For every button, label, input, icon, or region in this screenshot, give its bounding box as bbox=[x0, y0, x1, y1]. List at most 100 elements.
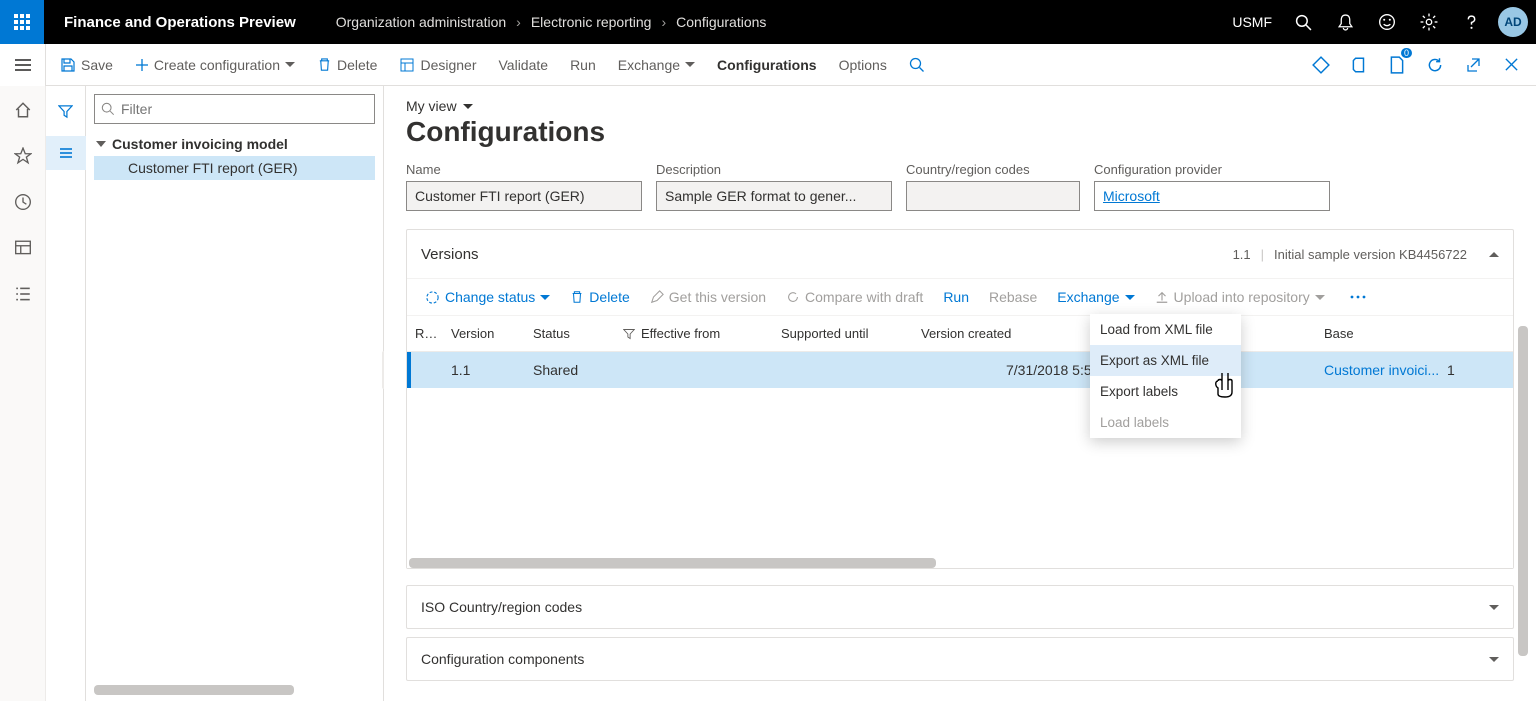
breadcrumb-item[interactable]: Configurations bbox=[676, 14, 766, 30]
change-status-button[interactable]: Change status bbox=[417, 286, 558, 308]
iso-fasttab[interactable]: ISO Country/region codes bbox=[406, 585, 1514, 629]
col-supported[interactable]: Supported until bbox=[773, 326, 913, 341]
recent-button[interactable] bbox=[0, 188, 46, 216]
workspace-icon bbox=[14, 239, 32, 257]
refresh-button[interactable] bbox=[1418, 48, 1452, 82]
help-button[interactable] bbox=[1450, 0, 1492, 44]
company-picker[interactable]: USMF bbox=[1222, 0, 1282, 44]
versions-title: Versions bbox=[421, 246, 479, 263]
version-run-button[interactable]: Run bbox=[935, 286, 977, 308]
settings-button[interactable] bbox=[1408, 0, 1450, 44]
rebase-button: Rebase bbox=[981, 286, 1045, 308]
favorites-button[interactable] bbox=[0, 142, 46, 170]
tree-h-scrollbar[interactable] bbox=[94, 685, 375, 695]
chevron-down-icon bbox=[1125, 295, 1135, 300]
country-field[interactable] bbox=[906, 181, 1080, 211]
run-button[interactable]: Run bbox=[562, 53, 604, 77]
popout-button[interactable] bbox=[1456, 48, 1490, 82]
version-exchange-button[interactable]: Exchange bbox=[1049, 286, 1142, 308]
header-actions: USMF AD bbox=[1222, 0, 1536, 44]
overflow-button[interactable] bbox=[1341, 291, 1375, 303]
search-button[interactable] bbox=[1282, 0, 1324, 44]
name-field[interactable]: Customer FTI report (GER) bbox=[406, 181, 642, 211]
bell-icon bbox=[1337, 14, 1354, 31]
provider-label: Configuration provider bbox=[1094, 162, 1330, 177]
avatar[interactable]: AD bbox=[1498, 7, 1528, 37]
configurations-tree-pane: Customer invoicing model Customer FTI re… bbox=[86, 86, 384, 701]
list-toggle-button[interactable] bbox=[46, 136, 86, 170]
filter-input[interactable] bbox=[121, 101, 368, 117]
app-launcher-button[interactable] bbox=[0, 0, 44, 44]
dd-load-labels: Load labels bbox=[1090, 407, 1241, 438]
provider-field[interactable]: Microsoft bbox=[1094, 181, 1330, 211]
options-button[interactable]: Options bbox=[831, 53, 895, 77]
search-icon bbox=[1295, 14, 1312, 31]
table-row[interactable]: 1.1 Shared 7/31/2018 5:51:01 AM Customer… bbox=[407, 352, 1513, 388]
cell-version: 1.1 bbox=[443, 362, 525, 378]
dd-load-xml[interactable]: Load from XML file bbox=[1090, 314, 1241, 345]
attachments-button[interactable] bbox=[1304, 48, 1338, 82]
main-v-scrollbar[interactable] bbox=[1518, 326, 1528, 666]
save-button[interactable]: Save bbox=[52, 53, 121, 77]
upload-repo-button: Upload into repository bbox=[1147, 286, 1333, 308]
view-selector[interactable]: My view bbox=[406, 98, 1514, 114]
tree-item-parent[interactable]: Customer invoicing model bbox=[94, 132, 375, 156]
grid-header-row: R... Version Status Effective from Suppo… bbox=[407, 316, 1513, 352]
create-configuration-button[interactable]: Create configuration bbox=[127, 53, 303, 77]
funnel-button[interactable] bbox=[46, 96, 86, 126]
col-version[interactable]: Version bbox=[443, 326, 525, 341]
find-button[interactable] bbox=[901, 53, 933, 77]
close-button[interactable] bbox=[1494, 48, 1528, 82]
lines-icon bbox=[58, 147, 74, 159]
close-icon bbox=[1504, 57, 1519, 72]
global-header: Finance and Operations Preview Organizat… bbox=[0, 0, 1536, 44]
save-label: Save bbox=[81, 57, 113, 73]
versions-toolbar: Change status Delete Get this version Co… bbox=[407, 278, 1513, 316]
desc-field[interactable]: Sample GER format to gener... bbox=[656, 181, 892, 211]
funnel-icon bbox=[623, 328, 635, 340]
col-status[interactable]: Status bbox=[525, 326, 615, 341]
validate-button[interactable]: Validate bbox=[491, 53, 557, 77]
filter-input-container[interactable] bbox=[94, 94, 375, 124]
versions-header[interactable]: Versions 1.1 | Initial sample version KB… bbox=[407, 230, 1513, 278]
list-icon bbox=[14, 285, 32, 303]
name-label: Name bbox=[406, 162, 642, 177]
hamburger-icon[interactable] bbox=[14, 58, 32, 72]
gear-icon bbox=[1420, 13, 1438, 31]
desc-label: Description bbox=[656, 162, 892, 177]
badge: 0 bbox=[1401, 48, 1412, 58]
chevron-right-icon: › bbox=[661, 14, 666, 30]
office-button[interactable] bbox=[1342, 48, 1376, 82]
feedback-button[interactable] bbox=[1366, 0, 1408, 44]
col-base[interactable]: Base bbox=[1316, 326, 1513, 341]
breadcrumb-item[interactable]: Electronic reporting bbox=[531, 14, 652, 30]
col-effective[interactable]: Effective from bbox=[615, 326, 773, 341]
tree-item-child[interactable]: Customer FTI report (GER) bbox=[94, 156, 375, 180]
workspaces-button[interactable] bbox=[0, 234, 46, 262]
delete-button[interactable]: Delete bbox=[309, 53, 385, 77]
question-icon bbox=[1463, 14, 1480, 31]
grid-h-scrollbar[interactable] bbox=[407, 558, 1513, 568]
exchange-button[interactable]: Exchange bbox=[610, 53, 703, 77]
components-fasttab[interactable]: Configuration components bbox=[406, 637, 1514, 681]
document-button[interactable]: 0 bbox=[1380, 48, 1414, 82]
modules-button[interactable] bbox=[0, 280, 46, 308]
command-bar: Save Create configuration Delete Designe… bbox=[0, 44, 1536, 86]
version-delete-button[interactable]: Delete bbox=[562, 286, 637, 308]
home-button[interactable] bbox=[0, 96, 46, 124]
star-icon bbox=[14, 147, 32, 165]
col-r[interactable]: R... bbox=[407, 326, 443, 341]
plus-icon bbox=[135, 58, 149, 72]
chevron-down-icon bbox=[1315, 295, 1325, 300]
cell-base: Customer invoici... 1 bbox=[1316, 362, 1513, 378]
notifications-button[interactable] bbox=[1324, 0, 1366, 44]
designer-label: Designer bbox=[420, 57, 476, 73]
configurations-tab[interactable]: Configurations bbox=[709, 53, 825, 77]
save-icon bbox=[60, 57, 76, 73]
office-icon bbox=[1350, 56, 1368, 74]
home-icon bbox=[14, 101, 32, 119]
breadcrumb-item[interactable]: Organization administration bbox=[336, 14, 506, 30]
designer-button[interactable]: Designer bbox=[391, 53, 484, 77]
chevron-down-icon bbox=[463, 104, 473, 109]
compare-icon bbox=[786, 290, 800, 304]
